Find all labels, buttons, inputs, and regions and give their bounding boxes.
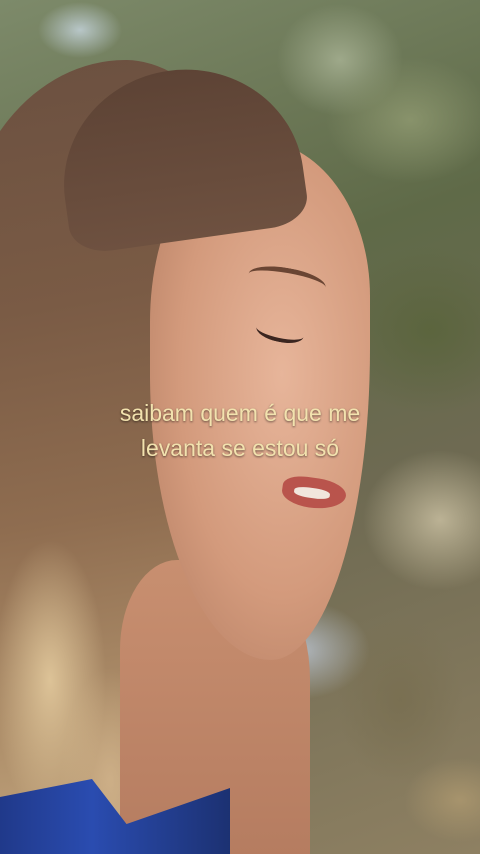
video-frame[interactable]: saibam quem é que me levanta se estou só <box>0 0 480 854</box>
subtitle-line-2: levanta se estou só <box>140 435 340 461</box>
subtitle-caption: saibam quem é que me levanta se estou só <box>0 396 480 466</box>
subtitle-line-1: saibam quem é que me <box>119 400 361 426</box>
